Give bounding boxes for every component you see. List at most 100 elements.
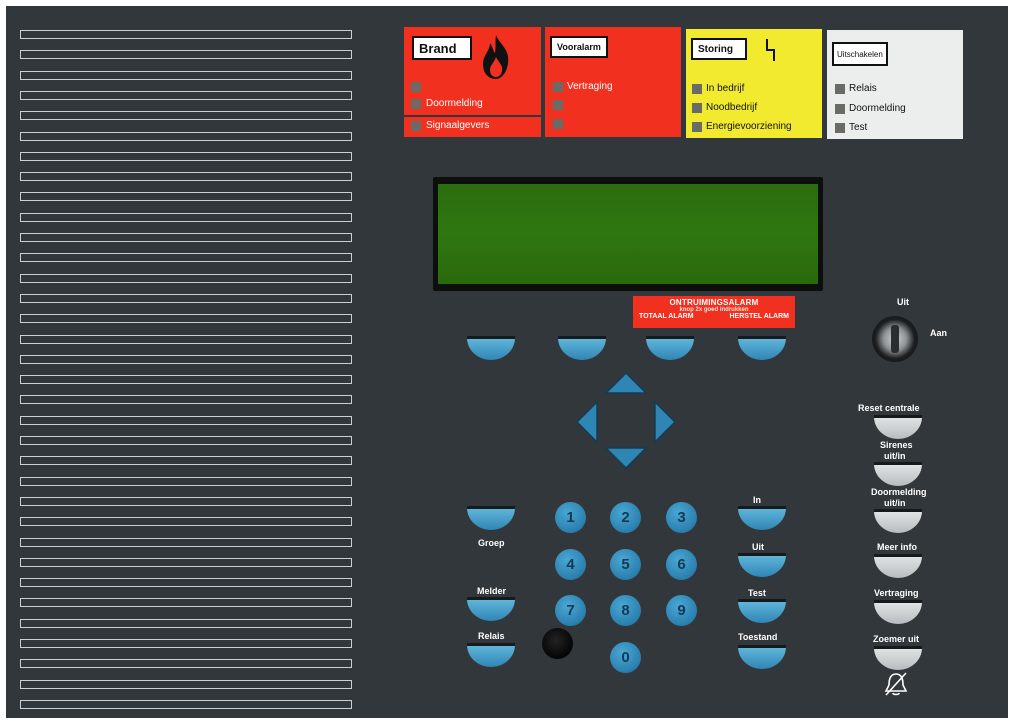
sirenes-sub-label: uit/in [884, 451, 906, 461]
vooralarm-card: Vooralarm Vertraging [545, 27, 681, 137]
storing-noodbedrijf-label: Noodbedrijf [706, 102, 758, 113]
in-label: In [753, 495, 761, 505]
zone-label-strip [20, 172, 352, 181]
totaal-alarm-label: TOTAAL ALARM [639, 313, 694, 320]
zone-label-strip [20, 639, 352, 648]
vooralarm-led-vertraging [553, 82, 563, 92]
melder-label: Melder [477, 586, 507, 596]
zone-label-strip [20, 355, 352, 364]
keyswitch-on-label: Aan [930, 328, 948, 338]
zone-label-strip [20, 375, 352, 384]
storing-led-energievoorziening [692, 122, 702, 132]
zone-label-strip [20, 294, 352, 303]
uitschakelen-led-doormelding [835, 104, 845, 114]
uitschakelen-card: Uitschakelen Relais Doormelding Test [827, 30, 963, 139]
toestand-label: Toestand [738, 632, 778, 642]
zone-label-strip [20, 598, 352, 607]
zone-label-strip [20, 477, 352, 486]
storing-in-bedrijf-label: In bedrijf [706, 83, 745, 94]
storing-energievoorziening-label: Energievoorziening [706, 121, 792, 132]
keyswitch-off-label: Uit [897, 297, 909, 307]
flame-icon [483, 35, 509, 79]
numpad-key-3[interactable]: 3 [666, 502, 697, 533]
brand-signaalgevers-label: Signaalgevers [426, 120, 490, 131]
zone-label-strip [20, 497, 352, 506]
zone-label-strip [20, 578, 352, 587]
lcd-display [438, 184, 818, 284]
zone-label-strip [20, 680, 352, 689]
zone-label-strip [20, 132, 352, 141]
numpad-key-9[interactable]: 9 [666, 595, 697, 626]
numpad-key-6[interactable]: 6 [666, 549, 697, 580]
zone-label-strip [20, 71, 352, 80]
brand-led-signaalgevers [411, 121, 421, 131]
zone-label-strip [20, 395, 352, 404]
zone-label-strip [20, 274, 352, 283]
zone-label-strip [20, 213, 352, 222]
brand-title: Brand [412, 36, 472, 60]
zone-label-strip [20, 253, 352, 262]
numpad-key-0[interactable]: 0 [610, 642, 641, 673]
zone-label-strip [20, 192, 352, 201]
zoemer-uit-label: Zoemer uit [873, 634, 920, 644]
uitschakelen-led-relais [835, 84, 845, 94]
evacuation-alarm-label: ONTRUIMINGSALARM knop 2x goed indrukken … [633, 296, 795, 328]
zone-label-strip [20, 436, 352, 445]
groep-label: Groep [478, 538, 505, 548]
brand-doormelding-label: Doormelding [426, 98, 483, 109]
numpad-key-5[interactable]: 5 [610, 549, 641, 580]
meer-info-label: Meer info [877, 542, 918, 552]
zone-label-strip [20, 152, 352, 161]
numpad-key-1[interactable]: 1 [555, 502, 586, 533]
zone-label-strip [20, 700, 352, 709]
zone-label-strip [20, 233, 352, 242]
uitschakelen-relais-label: Relais [849, 83, 877, 94]
uitschakelen-led-test [835, 123, 845, 133]
uitschakelen-doormelding-label: Doormelding [849, 103, 906, 114]
indicator-hole [542, 628, 573, 659]
numpad-key-2[interactable]: 2 [610, 502, 641, 533]
storing-led-in-bedrijf [692, 84, 702, 94]
vooralarm-vertraging-label: Vertraging [567, 81, 613, 92]
vertraging-label: Vertraging [874, 588, 919, 598]
brand-card: Brand Doormelding Signaalgevers [404, 27, 541, 137]
arrow-down-icon[interactable] [604, 446, 648, 470]
zone-label-strip [20, 314, 352, 323]
zone-label-strip [20, 30, 352, 39]
uitschakelen-test-label: Test [849, 122, 868, 133]
zone-label-strip [20, 517, 352, 526]
vooralarm-title: Vooralarm [550, 36, 608, 58]
zone-label-strip [20, 538, 352, 547]
zone-label-strip [20, 50, 352, 59]
herstel-alarm-label: HERSTEL ALARM [729, 313, 790, 320]
vooralarm-led-2 [553, 100, 563, 110]
zone-label-strip [20, 416, 352, 425]
doormelding-sub-label: uit/in [884, 498, 906, 508]
brand-led-doormelding [411, 99, 421, 109]
uit-label: Uit [752, 542, 764, 552]
reset-centrale-label: Reset centrale [858, 403, 920, 413]
zone-label-strip [20, 335, 352, 344]
arrow-up-icon[interactable] [604, 371, 648, 395]
numpad-key-4[interactable]: 4 [555, 549, 586, 580]
zone-label-strip [20, 456, 352, 465]
arrow-left-icon[interactable] [575, 400, 599, 444]
uitschakelen-title: Uitschakelen [832, 42, 888, 66]
numpad-key-8[interactable]: 8 [610, 595, 641, 626]
doormelding-label: Doormelding [871, 487, 927, 497]
storing-card: Storing In bedrijf Noodbedrijf Energievo… [686, 29, 822, 138]
fault-bolt-icon [766, 39, 775, 61]
arrow-right-icon[interactable] [653, 400, 677, 444]
key-switch-icon[interactable] [872, 316, 918, 362]
bell-off-icon [884, 672, 908, 696]
brand-led-1 [411, 82, 421, 92]
zone-label-strip [20, 558, 352, 567]
sirenes-label: Sirenes [880, 440, 913, 450]
zone-label-strip [20, 619, 352, 628]
vooralarm-led-3 [553, 119, 563, 129]
zone-label-strip [20, 659, 352, 668]
zone-label-strip [20, 111, 352, 120]
test-label: Test [748, 588, 766, 598]
numpad-key-7[interactable]: 7 [555, 595, 586, 626]
lcd-display-frame [433, 177, 823, 291]
